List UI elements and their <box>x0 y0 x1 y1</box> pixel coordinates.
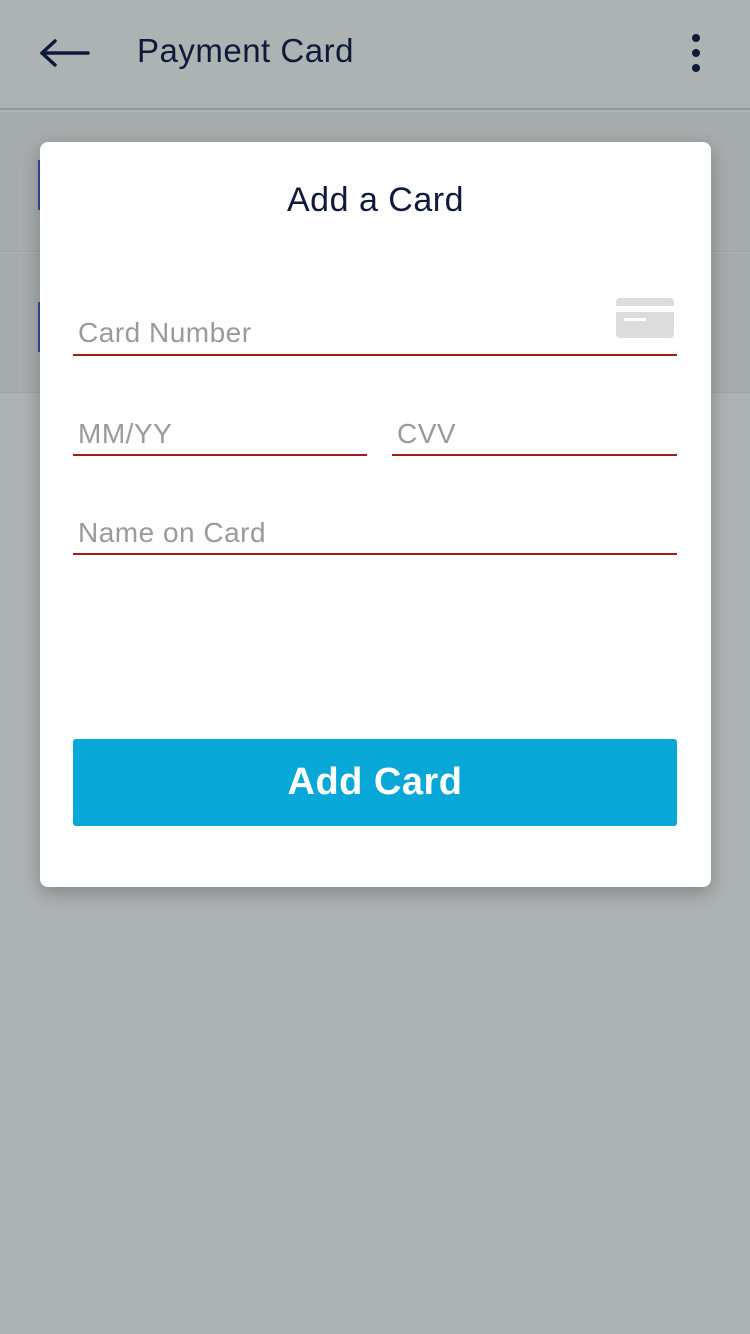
cvv-input[interactable] <box>392 410 677 454</box>
add-card-dialog: Add a Card Add Card <box>40 142 711 887</box>
arrow-left-icon <box>40 39 90 67</box>
expiry-input[interactable] <box>73 410 367 454</box>
dialog-title: Add a Card <box>287 181 464 219</box>
expiry-field[interactable] <box>73 410 367 456</box>
card-number-input[interactable] <box>73 308 677 354</box>
add-card-button[interactable]: Add Card <box>73 739 677 826</box>
cvv-field[interactable] <box>392 410 677 456</box>
card-number-field[interactable] <box>73 308 677 356</box>
page-title: Payment Card <box>137 32 354 69</box>
back-button[interactable] <box>32 28 96 78</box>
more-vertical-icon <box>692 34 700 72</box>
app-bar: Payment Card <box>0 0 750 110</box>
credit-card-icon <box>616 298 674 338</box>
name-on-card-input[interactable] <box>73 508 677 553</box>
name-on-card-field[interactable] <box>73 508 677 555</box>
more-options-button[interactable] <box>676 30 716 76</box>
